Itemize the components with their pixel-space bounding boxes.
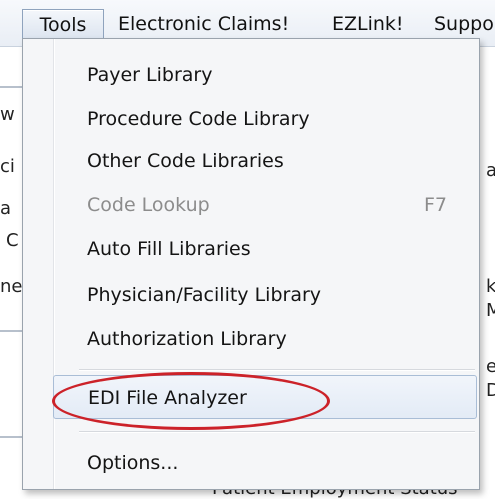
background-text: ci xyxy=(0,156,15,177)
menu-item-payer-library[interactable]: Payer Library xyxy=(23,53,479,97)
background-text: a xyxy=(0,198,12,219)
menu-electronic-claims[interactable]: Electronic Claims! xyxy=(108,9,299,39)
background-text: D xyxy=(486,380,495,401)
background-text: w xyxy=(0,104,15,125)
background-text: ne xyxy=(0,276,23,297)
menu-ezlink[interactable]: EZLink! xyxy=(322,9,414,39)
menu-item-physician-facility-library[interactable]: Physician/Facility Library xyxy=(23,273,479,317)
menu-item-other-code-libraries[interactable]: Other Code Libraries xyxy=(23,139,479,183)
menu-separator-highlight xyxy=(79,370,475,371)
background-text: ec xyxy=(486,356,495,377)
menu-tools[interactable]: Tools xyxy=(22,9,104,39)
menu-item-options[interactable]: Options... xyxy=(23,441,479,485)
background-text: k xyxy=(486,276,495,297)
background-text: M xyxy=(486,300,495,321)
menu-item-authorization-library[interactable]: Authorization Library xyxy=(23,317,479,361)
tools-dropdown-menu: Payer Library Procedure Code Library Oth… xyxy=(22,38,480,490)
menu-support[interactable]: Suppo xyxy=(424,9,495,39)
menu-item-auto-fill-libraries[interactable]: Auto Fill Libraries xyxy=(23,227,479,271)
menu-item-label: Code Lookup xyxy=(87,194,210,216)
background-divider xyxy=(0,86,22,88)
menu-separator-highlight xyxy=(79,432,475,433)
shortcut-key: F7 xyxy=(423,194,447,216)
background-divider xyxy=(0,330,22,332)
menu-item-edi-file-analyzer[interactable]: EDI File Analyzer xyxy=(53,375,477,419)
background-divider xyxy=(0,436,22,438)
menu-item-procedure-code-library[interactable]: Procedure Code Library xyxy=(23,97,479,141)
background-text: a xyxy=(486,160,495,181)
menu-item-code-lookup: Code Lookup F7 xyxy=(23,183,479,227)
background-text: C xyxy=(6,230,19,251)
